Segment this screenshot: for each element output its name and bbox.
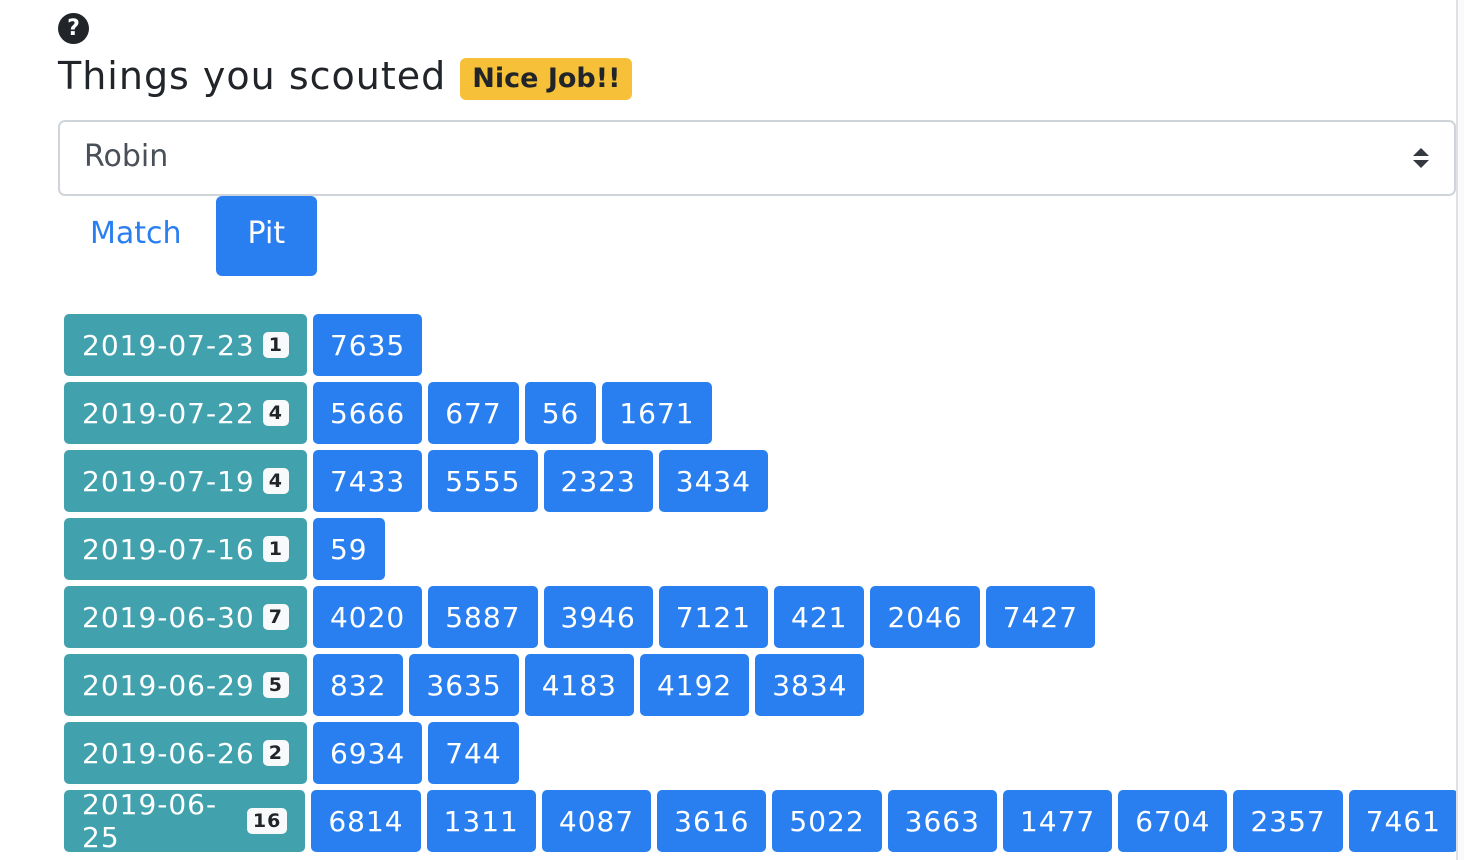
team-button[interactable]: 1311 bbox=[426, 790, 536, 852]
team-button[interactable]: 7433 bbox=[312, 450, 423, 512]
team-button[interactable]: 59 bbox=[312, 518, 385, 580]
question-circle-icon[interactable]: ? bbox=[58, 13, 89, 44]
scrollbar[interactable] bbox=[1456, 0, 1464, 860]
date-label: 2019-07-22 bbox=[82, 396, 255, 430]
view-tabs: Match Pit bbox=[58, 196, 318, 276]
team-button[interactable]: 4183 bbox=[524, 654, 634, 716]
team-button[interactable]: 2357 bbox=[1233, 790, 1343, 852]
team-button[interactable]: 3635 bbox=[409, 654, 519, 716]
team-button[interactable]: 5887 bbox=[428, 586, 538, 648]
date-row: 2019-06-30 7 4020 5887 3946 7121 421 2046 7427 bbox=[64, 586, 1464, 648]
date-button[interactable]: 2019-06-30 7 bbox=[64, 586, 307, 648]
team-button[interactable]: 6814 bbox=[311, 790, 421, 852]
count-badge: 7 bbox=[262, 604, 289, 630]
title-row: Things you scouted Nice Job!! bbox=[58, 52, 633, 100]
team-button[interactable]: 5555 bbox=[428, 450, 538, 512]
date-button[interactable]: 2019-07-22 4 bbox=[64, 382, 307, 444]
count-badge: 5 bbox=[262, 672, 289, 698]
scout-select-value: Robin bbox=[84, 139, 169, 174]
count-badge: 1 bbox=[262, 536, 289, 562]
date-label: 2019-07-19 bbox=[82, 464, 255, 498]
select-arrows-icon bbox=[1413, 148, 1429, 168]
team-button[interactable]: 1671 bbox=[602, 382, 712, 444]
team-button[interactable]: 3946 bbox=[543, 586, 653, 648]
date-button[interactable]: 2019-06-29 5 bbox=[64, 654, 307, 716]
team-button[interactable]: 421 bbox=[774, 586, 865, 648]
scout-select[interactable]: Robin bbox=[58, 120, 1456, 196]
team-button[interactable]: 56 bbox=[524, 382, 597, 444]
team-button[interactable]: 7635 bbox=[312, 314, 423, 376]
team-button[interactable]: 7461 bbox=[1348, 790, 1458, 852]
count-badge: 4 bbox=[262, 400, 289, 426]
date-row: 2019-07-22 4 5666 677 56 1671 bbox=[64, 382, 1464, 444]
team-button[interactable]: 3616 bbox=[657, 790, 767, 852]
date-row: 2019-07-16 1 59 bbox=[64, 518, 1464, 580]
date-label: 2019-06-30 bbox=[82, 600, 255, 634]
team-button[interactable]: 4020 bbox=[312, 586, 423, 648]
nice-job-badge: Nice Job!! bbox=[460, 58, 633, 100]
team-button[interactable]: 2046 bbox=[870, 586, 980, 648]
count-badge: 2 bbox=[262, 740, 289, 766]
team-button[interactable]: 4087 bbox=[541, 790, 652, 852]
count-badge: 1 bbox=[262, 332, 289, 358]
tab-match[interactable]: Match bbox=[58, 196, 214, 276]
date-row: 2019-06-26 2 6934 744 bbox=[64, 722, 1464, 784]
date-row: 2019-06-25 16 6814 1311 4087 3616 5022 3663 1477… bbox=[64, 788, 1464, 854]
date-button[interactable]: 2019-07-19 4 bbox=[64, 450, 307, 512]
date-button[interactable]: 2019-07-16 1 bbox=[64, 518, 307, 580]
team-button[interactable]: 5666 bbox=[312, 382, 423, 444]
date-row: 2019-07-19 4 7433 5555 2323 3434 bbox=[64, 450, 1464, 512]
team-button[interactable]: 7427 bbox=[985, 586, 1096, 648]
team-button[interactable]: 5022 bbox=[772, 790, 882, 852]
team-button[interactable]: 677 bbox=[428, 382, 519, 444]
team-button[interactable]: 832 bbox=[312, 654, 404, 716]
team-button[interactable]: 6934 bbox=[312, 722, 423, 784]
count-badge: 16 bbox=[246, 808, 288, 834]
count-badge: 4 bbox=[262, 468, 289, 494]
team-button[interactable]: 3663 bbox=[887, 790, 997, 852]
date-button[interactable]: 2019-06-25 16 bbox=[64, 788, 306, 854]
date-row: 2019-06-29 5 832 3635 4183 4192 3834 bbox=[64, 654, 1464, 716]
team-button[interactable]: 2323 bbox=[543, 450, 653, 512]
date-label: 2019-07-16 bbox=[82, 532, 255, 566]
scouted-list: 2019-07-23 1 7635 2019-07-22 4 5666 677 56 1671 2… bbox=[64, 314, 1464, 858]
date-label: 2019-07-23 bbox=[82, 328, 255, 362]
team-button[interactable]: 744 bbox=[428, 722, 519, 784]
date-button[interactable]: 2019-07-23 1 bbox=[64, 314, 307, 376]
team-button[interactable]: 3834 bbox=[755, 654, 865, 716]
date-label: 2019-06-25 bbox=[82, 788, 218, 854]
date-label: 2019-06-29 bbox=[82, 668, 255, 702]
tab-pit[interactable]: Pit bbox=[215, 196, 318, 276]
date-label: 2019-06-26 bbox=[82, 736, 255, 770]
page: ? Things you scouted Nice Job!! Robin Ma… bbox=[0, 0, 1464, 860]
team-button[interactable]: 6704 bbox=[1118, 790, 1228, 852]
team-button[interactable]: 7121 bbox=[658, 586, 769, 648]
team-button[interactable]: 1477 bbox=[1002, 790, 1113, 852]
date-row: 2019-07-23 1 7635 bbox=[64, 314, 1464, 376]
team-button[interactable]: 3434 bbox=[658, 450, 769, 512]
team-button[interactable]: 4192 bbox=[639, 654, 750, 716]
page-title: Things you scouted bbox=[58, 54, 447, 98]
date-button[interactable]: 2019-06-26 2 bbox=[64, 722, 307, 784]
